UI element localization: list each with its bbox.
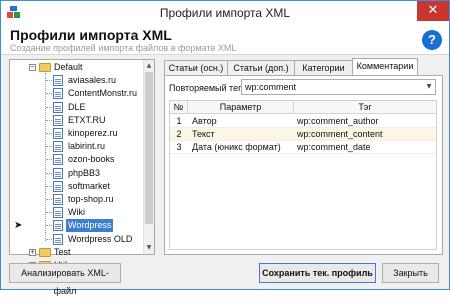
document-icon (53, 114, 63, 126)
document-icon (53, 128, 63, 139)
cell-tag[interactable]: wp:comment_author (297, 115, 435, 128)
tree-node-label: ContentMonstr.ru (68, 88, 138, 99)
grid-header: № Параметр Тэг (170, 101, 436, 114)
document-icon (53, 207, 63, 219)
tree-node-profile[interactable]: kinoperez.ru (10, 127, 143, 140)
document-icon (53, 233, 63, 245)
table-row[interactable]: 3 Дата (юникс формат) wp:comment_date (170, 141, 436, 154)
tree-node-label: kinoperez.ru (68, 128, 118, 138)
document-icon (53, 180, 63, 192)
document-icon (53, 88, 63, 100)
tree-node-label: Wiki (68, 207, 85, 218)
folder-icon (39, 63, 51, 72)
tabs-area: Статьи (осн.) Статьи (доп.) Категории Комме… (164, 58, 443, 255)
cell-number: 1 (176, 116, 182, 126)
document-icon (53, 101, 63, 113)
tab[interactable]: Комментарии (352, 58, 418, 75)
tab[interactable]: Категории (294, 60, 353, 76)
document-icon (53, 167, 63, 179)
folder-icon (39, 247, 51, 257)
tree-node-label: aviasales.ru (68, 75, 117, 86)
tree-node-profile[interactable]: ➤ Wordpress (10, 219, 143, 233)
title-bar: Профили импорта XML ✕ (1, 1, 449, 25)
close-button[interactable]: Закрыть (382, 263, 439, 283)
cell-tag[interactable]: wp:comment_content (297, 128, 435, 141)
tree-node-label: Wordpress OLD (68, 233, 133, 244)
tree-node-profile[interactable]: ozon-books (10, 153, 143, 166)
chevron-down-icon[interactable]: ▼ (423, 80, 435, 94)
analyze-xml-button[interactable]: Анализировать XML-файл (9, 263, 121, 296)
tree-node-label: Test (54, 246, 71, 257)
import-profiles-window: Профили импорта XML ✕ Профили импорта XM… (0, 0, 450, 296)
profile-tree[interactable]: − Default aviasales.ru ContentMonstr.ru DLE E… (9, 59, 155, 270)
expand-icon[interactable]: + (29, 248, 36, 256)
current-row-arrow-icon: ➤ (14, 220, 23, 232)
tree-node-test[interactable]: + Test (10, 246, 143, 259)
tree-node-label: softmarket (68, 180, 111, 191)
tab[interactable]: Статьи (доп.) (227, 60, 295, 76)
collapse-icon[interactable]: − (29, 64, 36, 71)
column-header-parameter[interactable]: Параметр (188, 101, 294, 114)
cell-number: 2 (176, 129, 182, 139)
tree-node-label: phpBB3 (68, 167, 101, 178)
cell-parameter[interactable]: Дата (юникс формат) (192, 141, 292, 154)
document-icon (53, 194, 63, 205)
column-header-number[interactable]: № (170, 101, 188, 114)
cell-number: 3 (176, 142, 182, 152)
tree-node-profile[interactable]: ETXT.RU (10, 114, 143, 127)
tree-node-label: labirint.ru (68, 141, 106, 152)
page-subtitle: Создание профилей импорта файлов в форма… (10, 43, 237, 53)
document-icon (53, 220, 63, 232)
scroll-down-icon[interactable]: ▼ (144, 243, 154, 253)
table-row[interactable]: 1 Автор wp:comment_author (170, 115, 436, 128)
tree-node-label: ozon-books (68, 154, 115, 165)
tree-node-label: top-shop.ru (68, 194, 114, 204)
repeat-tag-value: wp:comment (245, 82, 297, 92)
document-icon (53, 154, 63, 166)
tree-node-profile[interactable]: top-shop.ru (10, 193, 143, 206)
tree-node-default[interactable]: − Default (10, 61, 143, 74)
header-panel: Профили импорта XML Создание профилей им… (1, 25, 449, 55)
scroll-thumb[interactable] (145, 72, 153, 224)
tree-node-profile[interactable]: Wiki (10, 206, 143, 219)
repeat-tag-select[interactable]: wp:comment ▼ (241, 79, 436, 95)
save-profile-button[interactable]: Сохранить тек. профиль (259, 263, 376, 283)
tree-node-profile[interactable]: aviasales.ru (10, 74, 143, 87)
tab[interactable]: Статьи (осн.) (164, 60, 228, 76)
tree-node-label: DLE (68, 101, 86, 112)
table-row[interactable]: 2 Текст wp:comment_content (170, 128, 436, 141)
cell-tag[interactable]: wp:comment_date (297, 141, 435, 154)
tree-node-profile[interactable]: Wordpress OLD (10, 233, 143, 246)
cell-parameter[interactable]: Автор (192, 115, 292, 128)
tree-node-label: Default (54, 62, 83, 72)
window-title: Профили импорта XML (159, 6, 291, 20)
document-icon (53, 141, 63, 153)
repeat-tag-label: Повторяемый тег: (169, 83, 244, 93)
tree-node-label: Wordpress (66, 219, 114, 233)
cell-parameter[interactable]: Текст (192, 128, 292, 141)
tree-node-label: ETXT.RU (68, 114, 106, 125)
column-header-tag[interactable]: Тэг (294, 101, 436, 114)
tree-scrollbar[interactable]: ▲ ▼ (143, 60, 154, 254)
tab-panel-comments: Повторяемый тег: wp:comment ▼ № Параметр… (164, 75, 443, 255)
close-window-button[interactable]: ✕ (417, 1, 449, 21)
page-title: Профили импорта XML (10, 27, 172, 43)
tree-node-profile[interactable]: labirint.ru (10, 140, 143, 153)
tree-node-profile[interactable]: softmarket (10, 180, 143, 193)
tag-grid[interactable]: № Параметр Тэг 1 Автор wp:comment_author 2 Т… (169, 100, 437, 250)
tree-node-profile[interactable]: ContentMonstr.ru (10, 87, 143, 100)
scroll-up-icon[interactable]: ▲ (144, 61, 154, 71)
document-icon (53, 75, 63, 87)
tree-node-profile[interactable]: DLE (10, 101, 143, 114)
help-icon[interactable]: ? (422, 30, 442, 50)
tree-node-profile[interactable]: phpBB3 (10, 167, 143, 180)
